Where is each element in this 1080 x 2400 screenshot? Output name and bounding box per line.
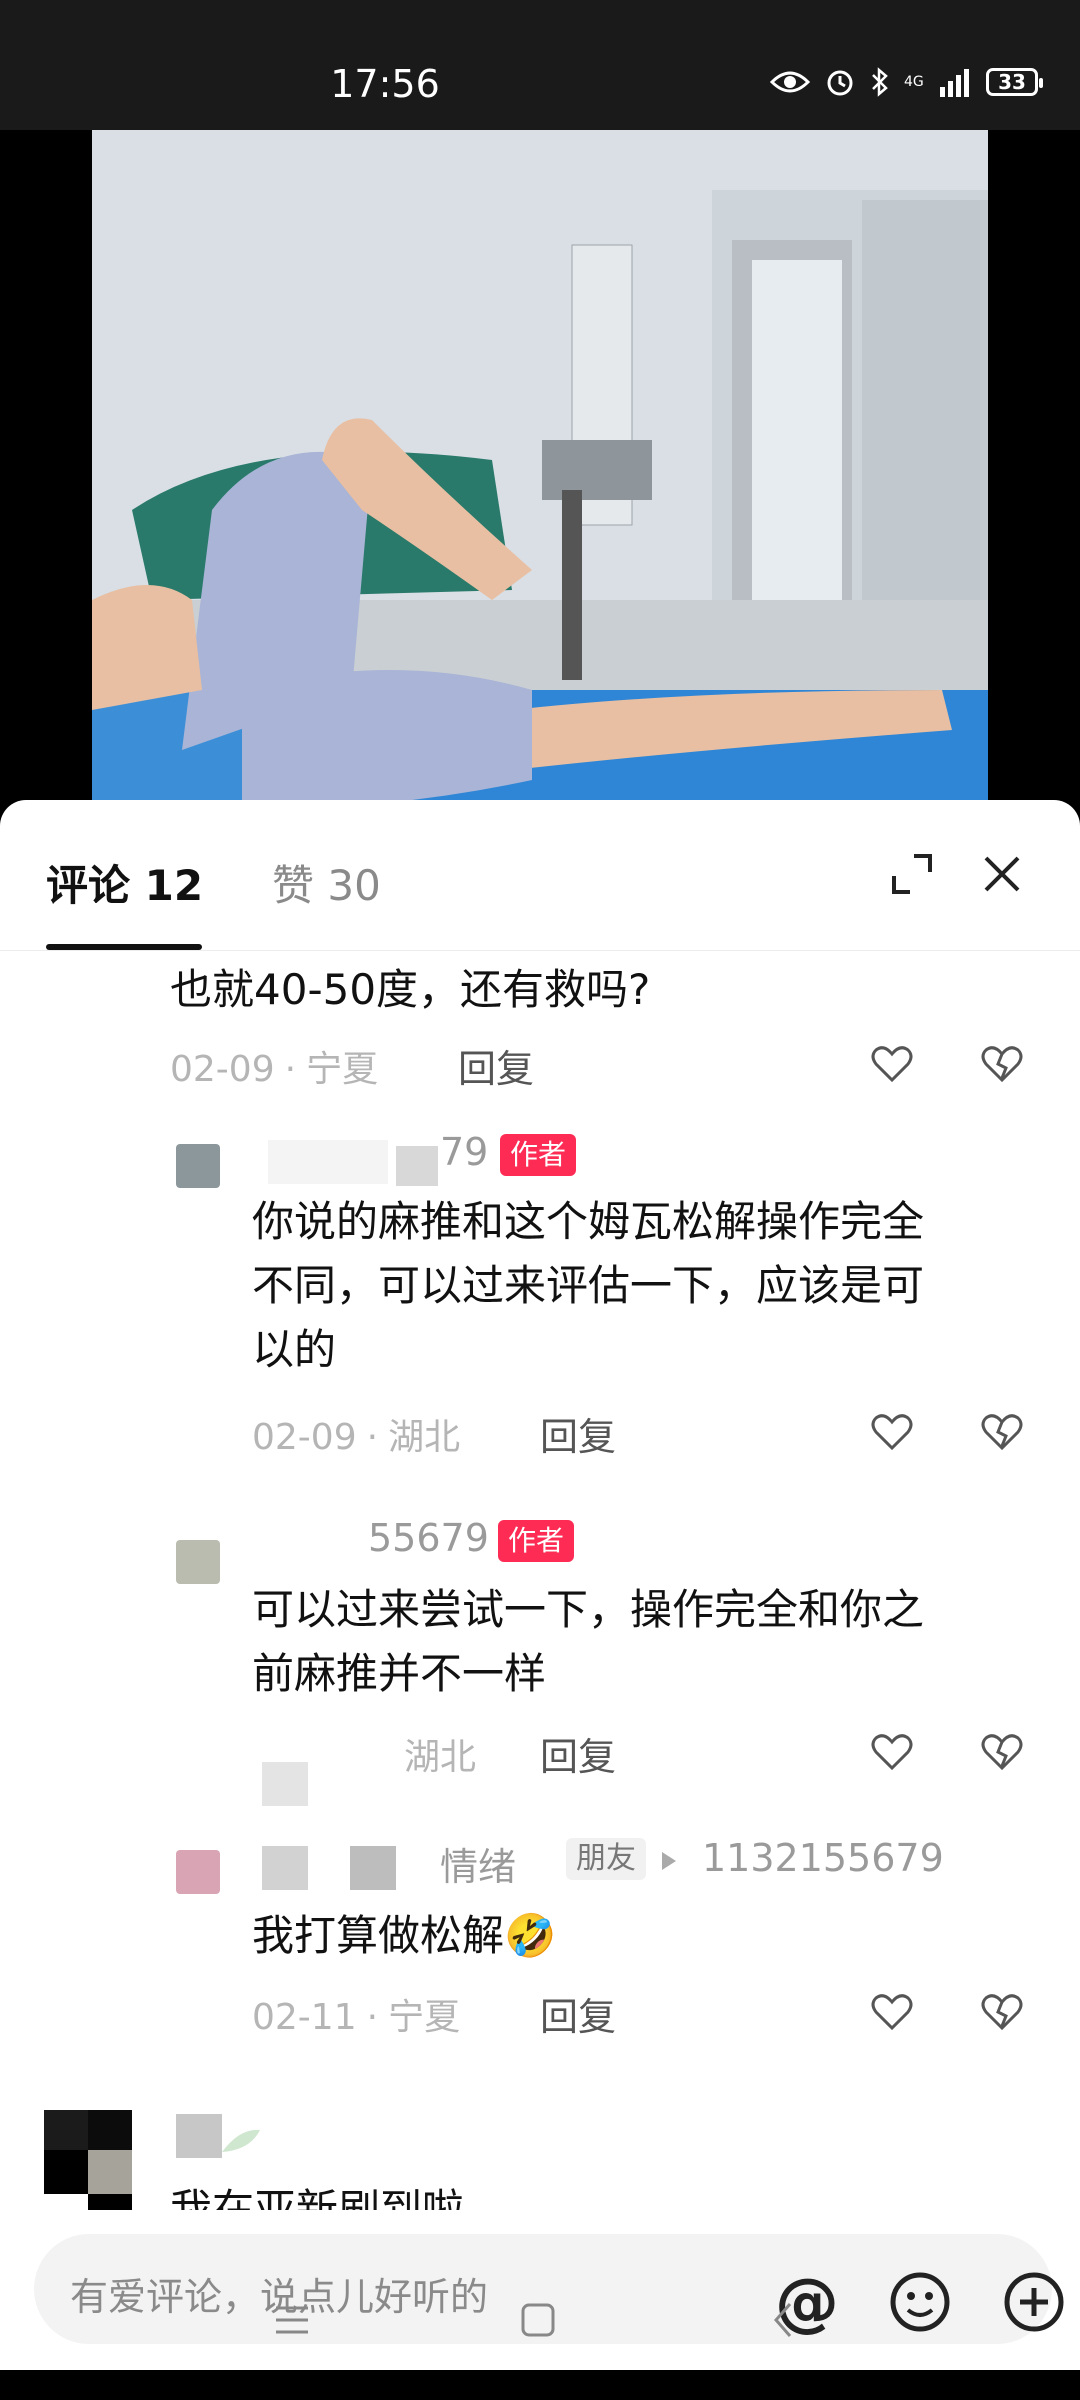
author-badge: 作者 [500,1134,577,1176]
alarm-icon [827,70,853,96]
username[interactable]: 55679 [368,1516,489,1560]
eye-icon [770,71,810,93]
active-tab-indicator [46,944,202,950]
comment-region: 湖北 [388,1417,461,1458]
heart-icon[interactable] [868,1726,916,1774]
comment-meta: 湖北 [404,1728,476,1780]
emoji-icon[interactable] [888,2270,952,2334]
back-nav-icon[interactable] [764,2300,804,2340]
signal-icon [940,69,969,97]
username-mosaic [176,2114,222,2158]
comment-date: 02-09 [170,1049,275,1090]
username-mosaic [396,1146,438,1186]
broken-heart-icon[interactable] [978,1406,1026,1454]
heart-icon[interactable] [868,1406,916,1454]
expand-icon[interactable] [888,850,936,898]
add-icon[interactable] [1002,2270,1066,2334]
tab-comments[interactable]: 评论 12 [46,852,203,913]
leaf-icon [222,2129,260,2152]
tab-likes[interactable]: 赞 30 [272,852,381,913]
post-photo[interactable] [92,130,988,810]
reply-button[interactable]: 回复 [540,1406,616,1461]
status-time: 17:56 [330,62,440,106]
username-mosaic [268,1140,388,1184]
username-mosaic [262,1846,308,1890]
comment-region: 湖北 [404,1737,477,1778]
close-icon[interactable] [978,850,1026,898]
comment-text: 我打算做松解🤣 [252,1911,557,1960]
comments-sheet: 评论 12 赞 30 也就40-50度，还有救吗? 02-09 · 宁夏 回复 79… [0,800,1080,2400]
reply-to-username[interactable]: 1132155679 [702,1836,944,1880]
friend-badge: 朋友 [566,1838,646,1880]
heart-icon[interactable] [868,1986,916,2034]
username[interactable]: 79 [440,1130,488,1174]
broken-heart-icon[interactable] [978,1038,1026,1086]
comment-text: 也就40-50度，还有救吗? [170,965,651,1014]
comment-region: 宁夏 [388,1997,461,2038]
comment-meta: 02-09 · 湖北 [252,1417,461,1458]
bottom-edge [0,2370,1080,2400]
home-nav-icon[interactable] [518,2300,558,2340]
photo-illustration [92,130,988,810]
bluetooth-icon [872,67,888,97]
avatar[interactable] [176,1540,220,1584]
author-badge: 作者 [498,1520,575,1562]
status-icons: 4G 33 [770,66,1043,98]
network-type: 4G [904,74,924,90]
comments-tabs: 评论 12 赞 30 [0,800,1080,951]
reply-button[interactable]: 回复 [458,1038,534,1093]
comment-meta: 02-11 · 宁夏 [252,1997,461,2038]
status-bar: 17:56 4G 33 [0,0,1080,130]
comment-date: 02-11 [252,1997,357,2038]
menu-nav-icon[interactable] [272,2300,312,2340]
reply-button[interactable]: 回复 [540,1986,616,2041]
battery-indicator: 33 [986,68,1043,96]
comment-meta: 02-09 · 宁夏 [170,1049,379,1090]
heart-icon[interactable] [868,1038,916,1086]
comment-text: 可以过来尝试一下，操作完全和你之 前麻推并不一样 [252,1585,925,1698]
mosaic-block [262,1762,308,1806]
comment-text: 你说的麻推和这个姆瓦松解操作完全 不同，可以过来评估一下，应该是可 以的 [252,1197,925,1374]
reply-arrow-icon [662,1852,676,1870]
comment-region: 宁夏 [306,1049,379,1090]
broken-heart-icon[interactable] [978,1986,1026,2034]
comment-date: 02-09 [252,1417,357,1458]
broken-heart-icon[interactable] [978,1726,1026,1774]
avatar[interactable] [176,1850,220,1894]
avatar[interactable] [176,1144,220,1188]
post-media[interactable] [0,130,1080,810]
reply-button[interactable]: 回复 [540,1726,616,1781]
username[interactable]: 情绪 [440,1836,516,1891]
username-mosaic [350,1846,396,1890]
